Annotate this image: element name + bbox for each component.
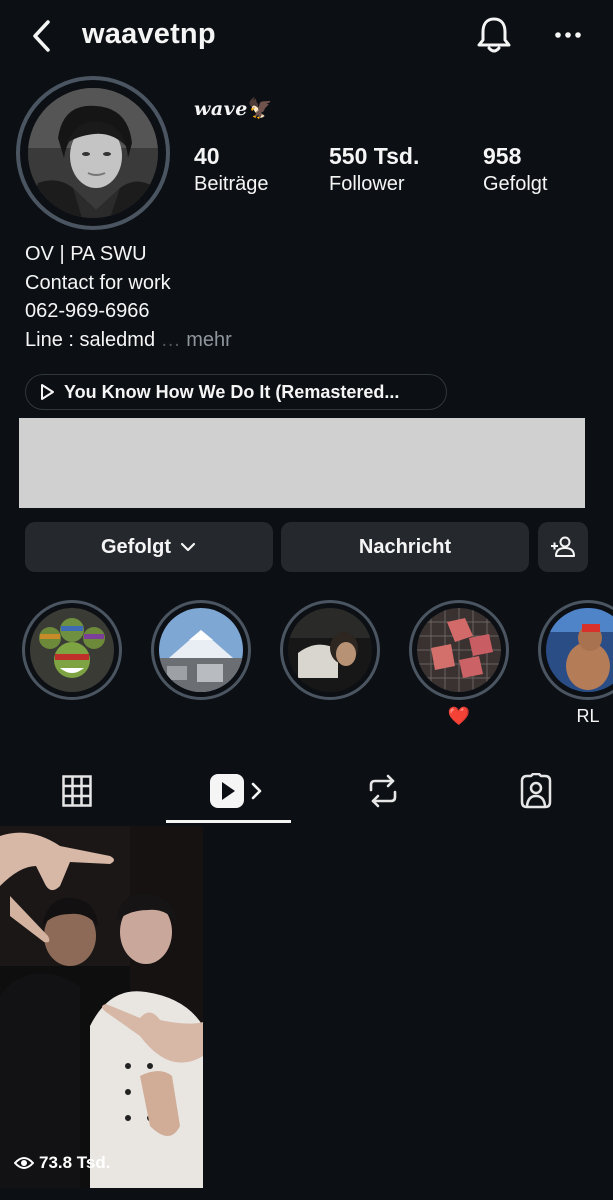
stat-posts[interactable]: 40 Beiträge [194,142,269,198]
stat-following[interactable]: 958 Gefolgt [483,142,547,198]
profile-bio: OV | PA SWU Contact for work 062-969-696… [25,240,232,354]
tab-reels[interactable] [153,760,306,822]
bio-more-link[interactable]: mehr [186,329,232,351]
bio-line: 062-969-6966 [25,300,150,322]
story-highlight[interactable] [538,600,613,700]
stat-following-label: Gefolgt [483,173,548,195]
back-button[interactable] [28,16,58,56]
chevron-left-icon [33,20,50,52]
highlight-cover [417,608,501,692]
stat-posts-label: Beiträge [194,173,269,195]
more-options-button[interactable] [550,22,586,48]
profile-header: waavetnp [0,0,613,72]
profile-display-name: wave🦅 [194,96,273,120]
eagle-emoji: 🦅 [247,96,274,120]
reel-views-text: 73.8 Tsd. [39,1153,111,1172]
bio-ellipsis: … [160,328,181,351]
display-name-text: wave [194,98,248,120]
redacted-area [19,418,585,508]
reel-view-count: 73.8 Tsd. [14,1153,111,1173]
tagged-person-icon [520,773,551,809]
message-button-label: Nachricht [358,535,452,558]
active-tab-indicator [166,820,291,823]
stat-posts-count: 40 [194,143,220,169]
more-dots-icon [555,32,581,38]
add-user-icon [551,536,575,557]
repost-icon [369,774,396,808]
highlight-label: RL [576,706,600,726]
stat-following-count: 958 [483,143,522,169]
suggested-users-button[interactable] [538,522,588,572]
eye-icon [14,1157,34,1169]
bio-line: Line : saledmd [25,328,156,351]
bio-line: OV | PA SWU [25,243,147,265]
reel-thumbnail[interactable] [0,826,203,1188]
highlight-label: ❤️ [447,706,471,726]
highlight-cover [159,608,243,692]
reels-icon [209,774,261,808]
message-button[interactable]: Nachricht [281,522,529,572]
highlight-cover [288,608,372,692]
stat-followers-label: Follower [329,173,405,195]
tab-tagged[interactable] [459,760,612,822]
tab-grid[interactable] [0,760,153,822]
profile-avatar[interactable] [16,76,170,230]
story-highlight[interactable] [22,600,122,700]
profile-music-pill[interactable]: You Know How We Do It (Remastered... [25,374,447,410]
avatar-photo [28,88,158,218]
bell-icon [477,17,511,53]
play-icon [41,384,54,400]
highlight-cover [30,608,114,692]
profile-username: waavetnp [82,18,216,50]
following-button-label: Gefolgt [101,535,171,558]
story-highlight[interactable] [151,600,251,700]
story-highlight[interactable] [409,600,509,700]
music-title: You Know How We Do It (Remastered... [64,381,400,402]
stat-followers-count: 550 Tsd. [329,143,420,169]
following-button[interactable]: Gefolgt [25,522,273,572]
notifications-button[interactable] [474,14,514,56]
grid-icon [61,775,92,807]
bio-line: Contact for work [25,271,171,294]
story-highlight[interactable] [280,600,380,700]
chevron-down-icon [180,542,196,552]
tab-reposts[interactable] [306,760,459,822]
stat-followers[interactable]: 550 Tsd. Follower [329,142,419,198]
